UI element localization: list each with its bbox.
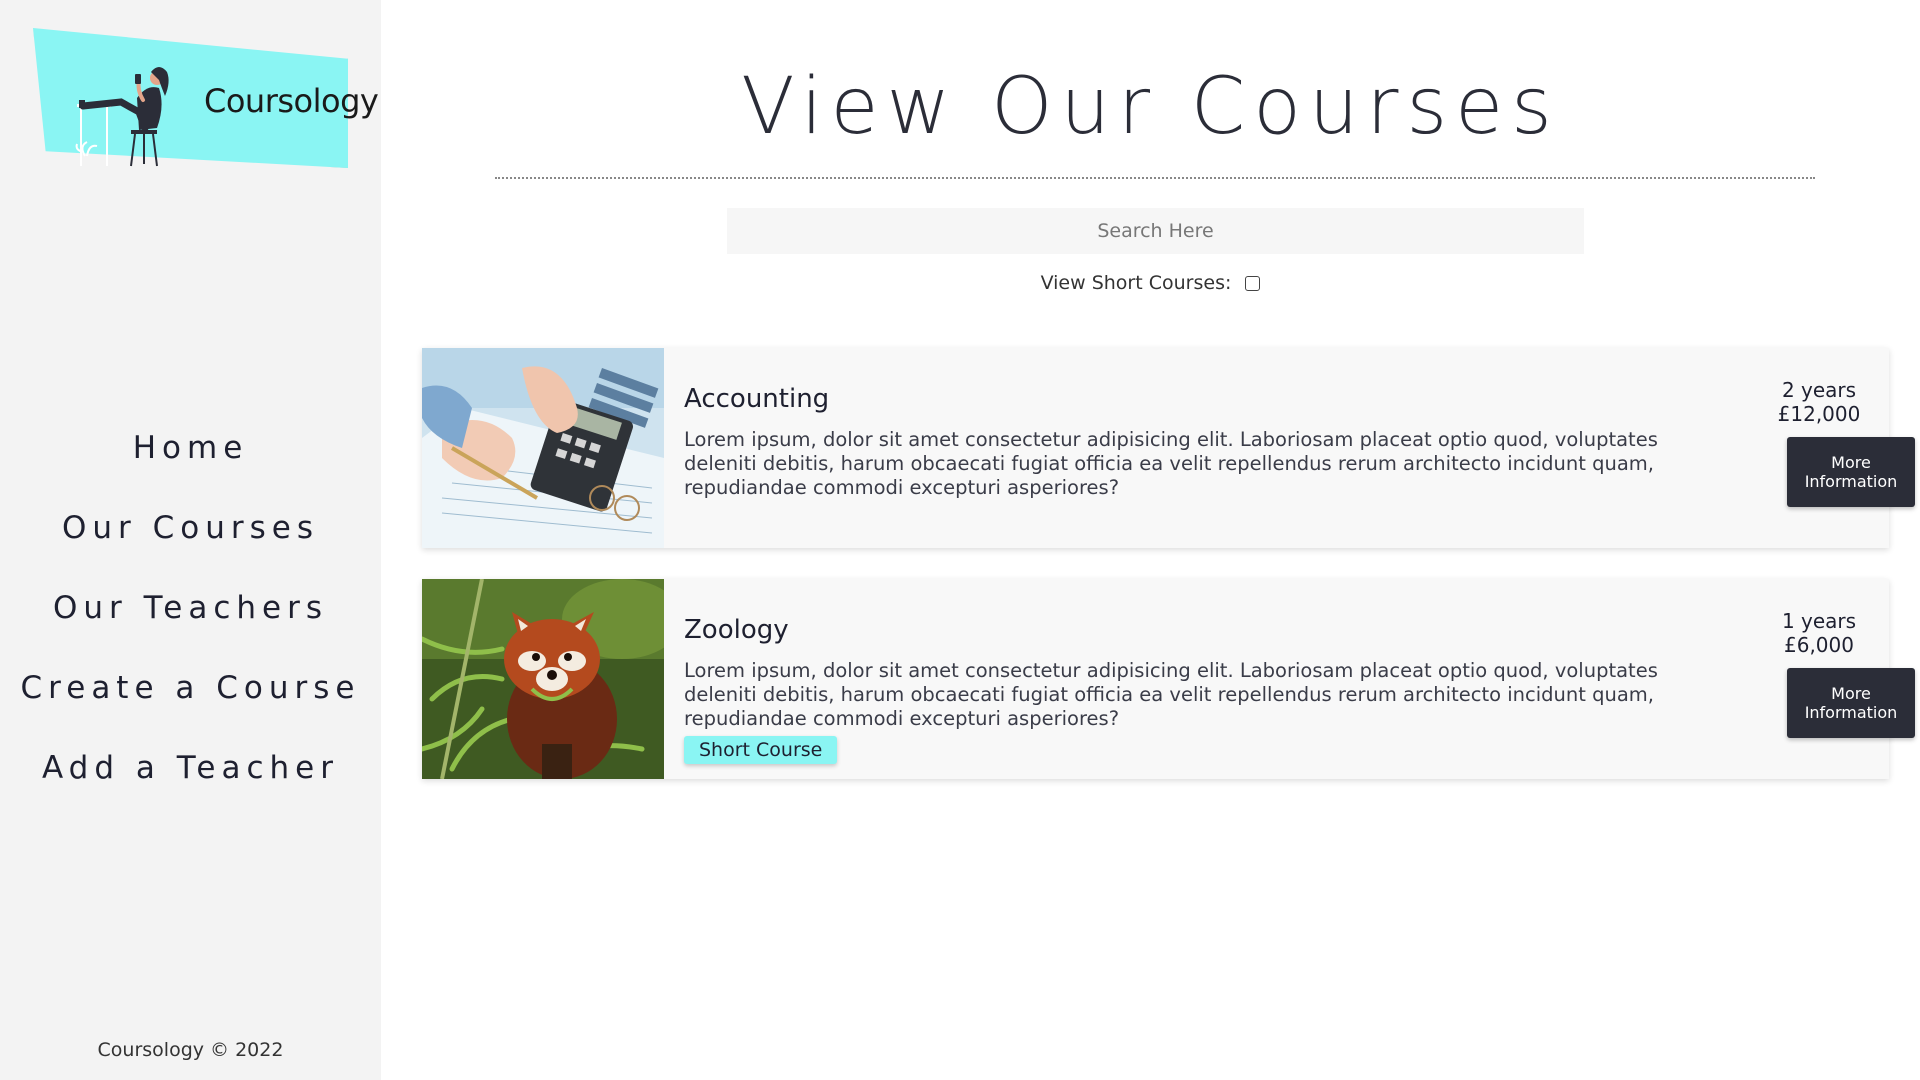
red-panda-photo	[422, 579, 664, 779]
nav-item-create-course[interactable]: Create a Course	[0, 660, 381, 740]
course-title: Zoology	[684, 615, 789, 645]
short-courses-checkbox[interactable]	[1245, 276, 1261, 291]
more-information-button[interactable]: More Information	[1787, 437, 1915, 507]
course-price: £6,000	[1784, 633, 1854, 657]
short-course-badge: Short Course	[684, 736, 838, 764]
course-image	[422, 348, 664, 548]
logo-text: Coursology	[204, 82, 379, 120]
course-meta: 1 years £6,000	[1749, 609, 1889, 657]
page-title: View Our Courses	[741, 62, 1560, 152]
search-input[interactable]	[727, 208, 1584, 254]
calculator-paperwork-photo	[422, 348, 664, 548]
title-divider	[495, 177, 1815, 179]
course-title: Accounting	[684, 384, 830, 414]
nav-item-our-courses[interactable]: Our Courses	[0, 500, 381, 580]
short-courses-label: View Short Courses:	[1040, 272, 1232, 294]
nav-item-our-teachers[interactable]: Our Teachers	[0, 580, 381, 660]
course-price: £12,000	[1777, 402, 1861, 426]
course-meta: 2 years £12,000	[1749, 378, 1889, 426]
course-card: Accounting Lorem ipsum, dolor sit amet c…	[422, 348, 1915, 548]
course-description: Lorem ipsum, dolor sit amet consectetur …	[684, 659, 1658, 730]
footer-copyright: Coursology © 2022	[97, 1039, 284, 1061]
course-image	[422, 579, 664, 779]
person-at-desk-illustration	[75, 67, 169, 167]
course-duration: 1 years	[1781, 609, 1857, 633]
more-information-button[interactable]: More Information	[1787, 668, 1915, 738]
logo[interactable]: Coursology	[33, 28, 393, 176]
course-card: Zoology Lorem ipsum, dolor sit amet cons…	[422, 579, 1915, 779]
nav-item-home[interactable]: Home	[0, 420, 381, 500]
main-content: View Our Courses View Short Courses:	[381, 0, 1920, 1080]
main-nav: Home Our Courses Our Teachers Create a C…	[0, 420, 381, 820]
course-duration: 2 years	[1781, 378, 1857, 402]
sidebar: Coursology Home Our Courses Our Teachers…	[0, 0, 381, 1080]
short-courses-filter: View Short Courses:	[381, 272, 1920, 294]
course-description: Lorem ipsum, dolor sit amet consectetur …	[684, 428, 1658, 499]
nav-item-add-teacher[interactable]: Add a Teacher	[0, 740, 381, 820]
